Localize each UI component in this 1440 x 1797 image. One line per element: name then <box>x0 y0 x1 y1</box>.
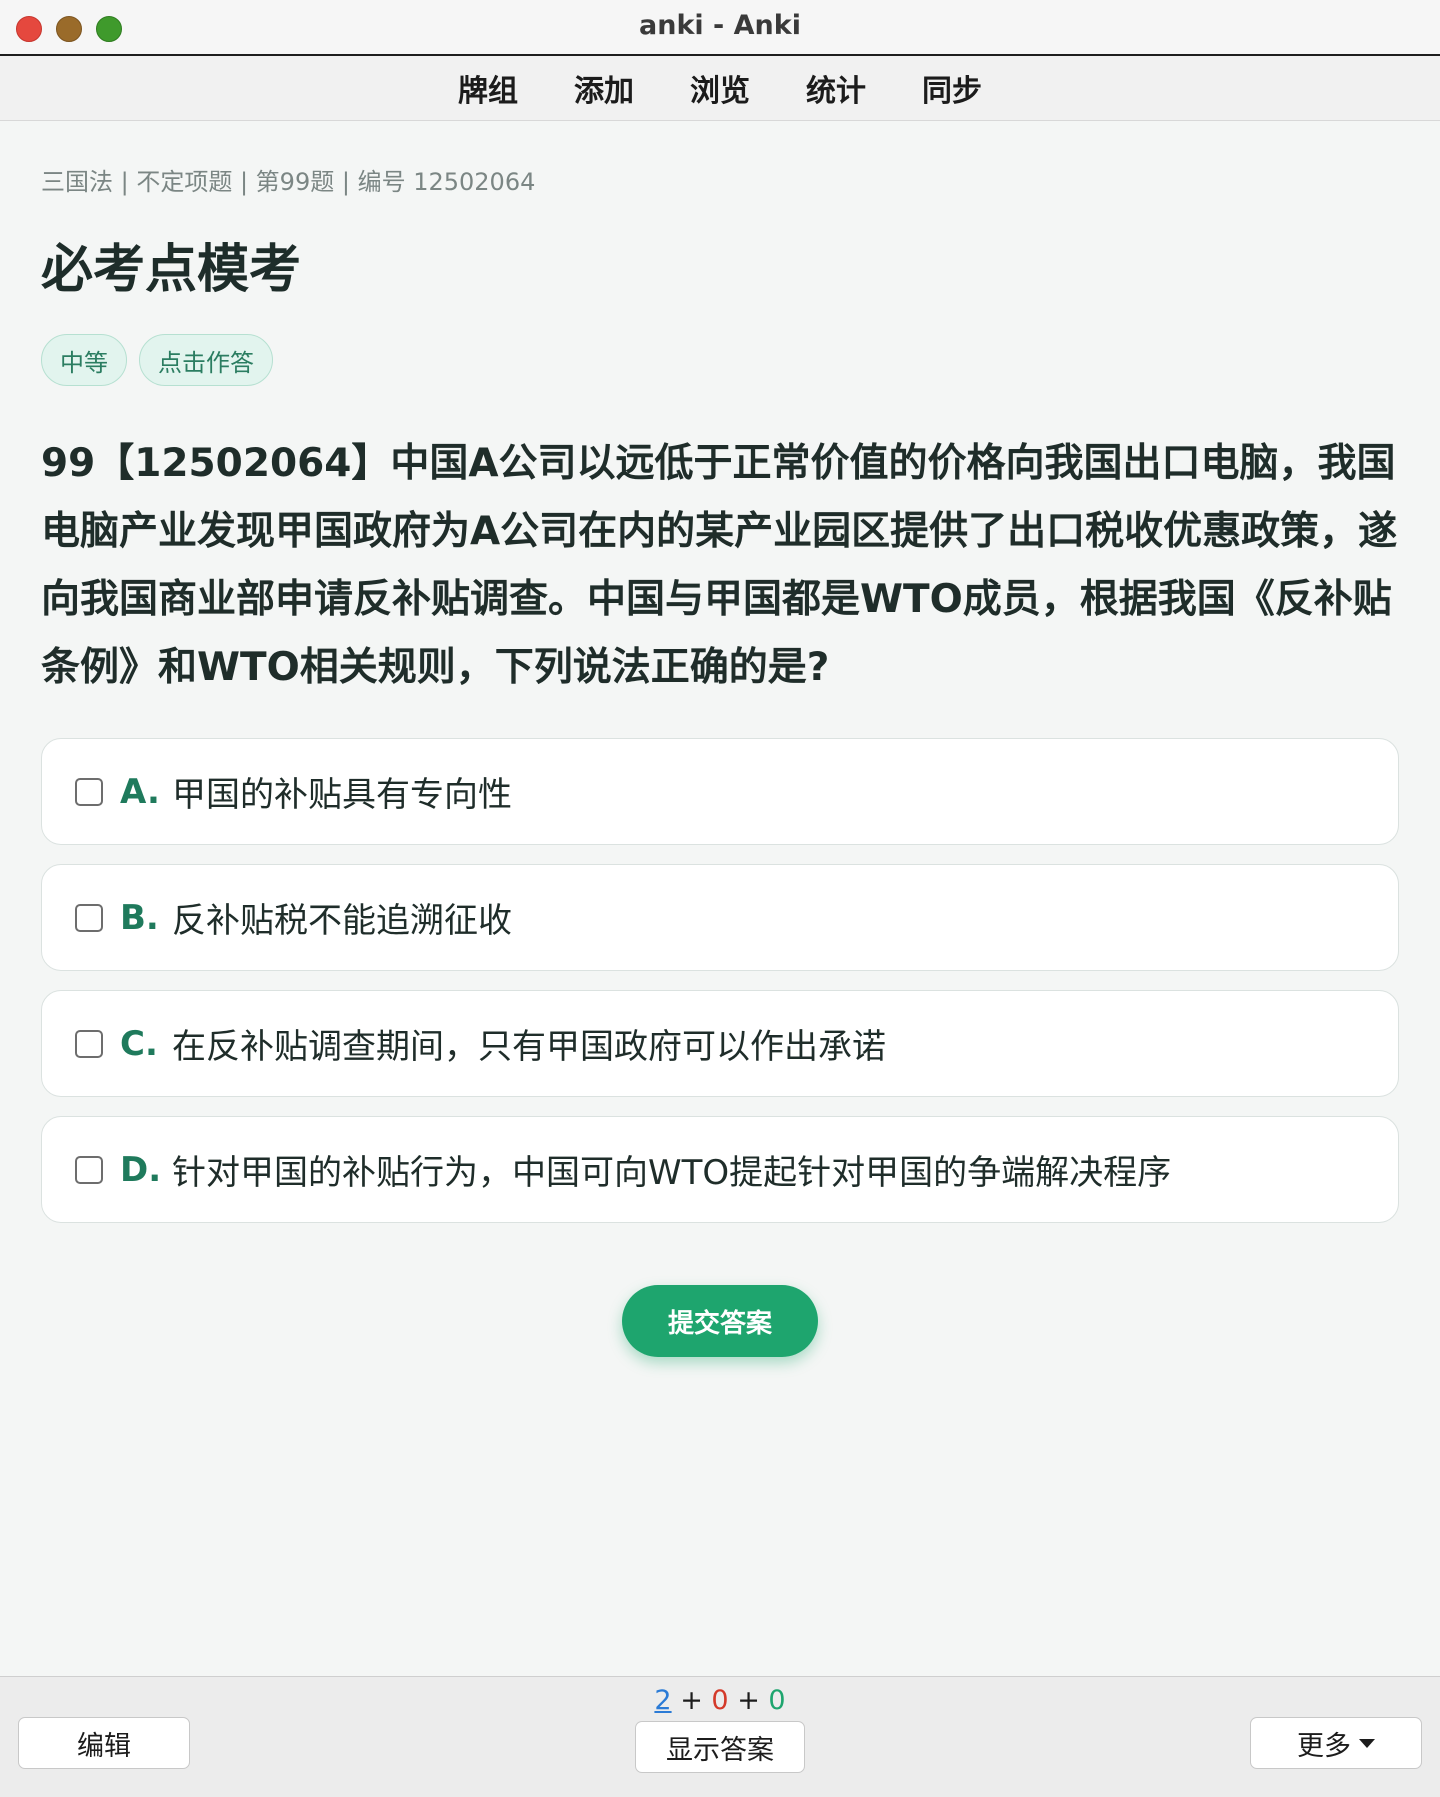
option-text: 针对甲国的补贴行为，中国可向WTO提起针对甲国的争端解决程序 <box>172 1153 1172 1193</box>
toolbar-add[interactable]: 添加 <box>574 66 634 110</box>
more-button-label: 更多 <box>1297 1730 1351 1762</box>
submit-area: 提交答案 <box>41 1285 1399 1357</box>
main-toolbar: 牌组 添加 浏览 统计 同步 <box>0 56 1440 121</box>
window-title: anki - Anki <box>639 10 801 41</box>
count-separator: + <box>680 1685 703 1716</box>
option-b[interactable]: B. 反补贴税不能追溯征收 <box>41 864 1399 971</box>
option-d-checkbox[interactable] <box>75 1155 103 1184</box>
due-counts: 2 + 0 + 0 <box>0 1685 1440 1716</box>
option-c[interactable]: C. 在反补贴调查期间，只有甲国政府可以作出承诺 <box>41 990 1399 1097</box>
option-text: 反补贴税不能追溯征收 <box>172 901 512 941</box>
reviewer-bottombar: 2 + 0 + 0 编辑 显示答案 更多 <box>0 1676 1440 1797</box>
show-answer-button[interactable]: 显示答案 <box>635 1721 805 1773</box>
question-text: 99【12502064】中国A公司以远低于正常价值的价格向我国出口电脑，我国电脑… <box>41 441 1398 690</box>
breadcrumb: 三国法 | 不定项题 | 第99题 | 编号 12502064 <box>41 168 536 196</box>
new-count[interactable]: 2 <box>654 1685 671 1716</box>
page-title: 必考点模考 <box>41 240 302 300</box>
answer-mode-tag: 点击作答 <box>139 334 273 386</box>
option-b-checkbox[interactable] <box>75 903 103 932</box>
option-letter: C. <box>120 1023 158 1064</box>
option-c-checkbox[interactable] <box>75 1029 103 1058</box>
tag-list: 中等 点击作答 <box>41 334 1399 386</box>
learn-count: 0 <box>711 1685 729 1716</box>
submit-answer-button[interactable]: 提交答案 <box>622 1285 818 1357</box>
option-letter: A. <box>120 771 160 812</box>
more-button[interactable]: 更多 <box>1250 1717 1422 1769</box>
option-text: 在反补贴调查期间，只有甲国政府可以作出承诺 <box>172 1027 886 1067</box>
toolbar-sync[interactable]: 同步 <box>922 66 982 110</box>
review-count: 0 <box>768 1685 786 1716</box>
option-a[interactable]: A. 甲国的补贴具有专向性 <box>41 738 1399 845</box>
option-a-checkbox[interactable] <box>75 777 103 806</box>
option-text: 甲国的补贴具有专向性 <box>172 775 512 815</box>
card-content: 三国法 | 不定项题 | 第99题 | 编号 12502064 必考点模考 中等… <box>41 120 1399 1357</box>
option-letter: B. <box>120 897 159 938</box>
toolbar-browse[interactable]: 浏览 <box>690 66 750 110</box>
edit-button[interactable]: 编辑 <box>18 1717 190 1769</box>
count-separator: + <box>737 1685 760 1716</box>
toolbar-decks[interactable]: 牌组 <box>458 66 518 110</box>
option-letter: D. <box>120 1149 162 1190</box>
chevron-down-icon <box>1359 1738 1375 1748</box>
toolbar-stats[interactable]: 统计 <box>806 66 866 110</box>
window-titlebar: anki - Anki <box>0 0 1440 56</box>
difficulty-tag: 中等 <box>41 334 127 386</box>
option-list: A. 甲国的补贴具有专向性 B. 反补贴税不能追溯征收 C. 在反补贴调查期间，… <box>41 738 1399 1223</box>
option-d[interactable]: D. 针对甲国的补贴行为，中国可向WTO提起针对甲国的争端解决程序 <box>41 1116 1399 1223</box>
